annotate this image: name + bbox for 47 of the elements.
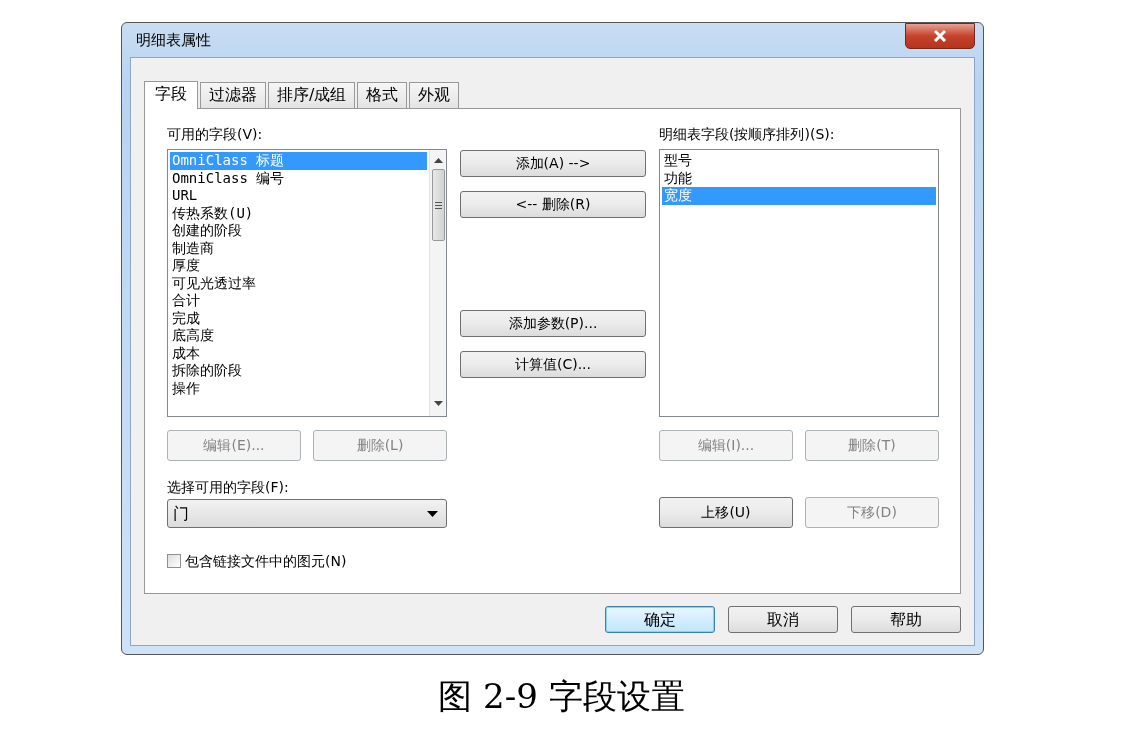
figure-caption: 图 2-9 字段设置	[438, 675, 685, 718]
list-item[interactable]: 合计	[170, 292, 427, 310]
list-item[interactable]: OmniClass 编号	[170, 169, 427, 187]
list-item[interactable]: 完成	[170, 309, 427, 327]
tab[interactable]: 外观	[409, 82, 460, 108]
list-label: 明细表字段(按顺序排列)(S):	[659, 125, 836, 143]
close-button[interactable]	[905, 23, 975, 49]
fields-dropdown[interactable]: 门	[167, 499, 447, 528]
button[interactable]: 计算值(C)...	[460, 351, 646, 378]
list-item[interactable]: 底高度	[170, 327, 427, 345]
tab[interactable]: 排序/成组	[268, 82, 356, 108]
button[interactable]: 帮助	[851, 606, 961, 633]
list-label: 可用的字段(V):	[167, 125, 264, 143]
list-item[interactable]: 创建的阶段	[170, 222, 427, 240]
list-item[interactable]: 功能	[662, 169, 936, 187]
button[interactable]: 添加(A) -->	[460, 150, 646, 177]
dropdown-caret-icon	[427, 510, 438, 517]
scroll-down-icon	[433, 401, 443, 406]
list-item[interactable]: 型号	[662, 152, 936, 170]
list-item[interactable]: 厚度	[170, 257, 427, 275]
scroll-up-icon	[433, 158, 443, 163]
window-title: 明细表属性	[135, 29, 211, 51]
list-item[interactable]: 制造商	[170, 239, 427, 257]
tab[interactable]: 过滤器	[200, 82, 266, 108]
schedule-fields-list[interactable]: 型号 功能 宽度	[659, 149, 939, 417]
checkbox-label: 包含链接文件中的图元(N)	[185, 552, 347, 570]
list-item[interactable]: 成本	[170, 344, 427, 362]
tab[interactable]: 字段	[144, 81, 198, 109]
list-item[interactable]: 传热系数(U)	[170, 204, 427, 222]
grip-icon	[434, 201, 442, 209]
button[interactable]: 确定	[605, 606, 715, 633]
list-item[interactable]: URL	[170, 187, 427, 205]
button[interactable]: 上移(U)	[659, 497, 793, 528]
scrollbar[interactable]	[429, 150, 446, 416]
available-fields-list[interactable]: OmniClass 标题 OmniClass 编号 URL 传热系数(U) 创建的阶段 制造商 厚度 可见光透过率 合计 完成 底高度 成本 拆除的阶段 操作	[167, 149, 447, 417]
scroll-thumb[interactable]	[431, 169, 445, 241]
button[interactable]: <-- 删除(R)	[460, 191, 646, 218]
checkbox[interactable]	[167, 554, 181, 568]
list-item[interactable]: 操作	[170, 379, 427, 397]
list-item[interactable]: 可见光透过率	[170, 274, 427, 292]
list-item[interactable]: 拆除的阶段	[170, 362, 427, 380]
button[interactable]: 添加参数(P)...	[460, 310, 646, 337]
field-label: 选择可用的字段(F):	[167, 478, 290, 496]
button[interactable]: 取消	[728, 606, 838, 633]
dropdown-value: 门	[173, 502, 189, 525]
close-icon	[933, 30, 947, 42]
tab[interactable]: 格式	[357, 82, 408, 108]
